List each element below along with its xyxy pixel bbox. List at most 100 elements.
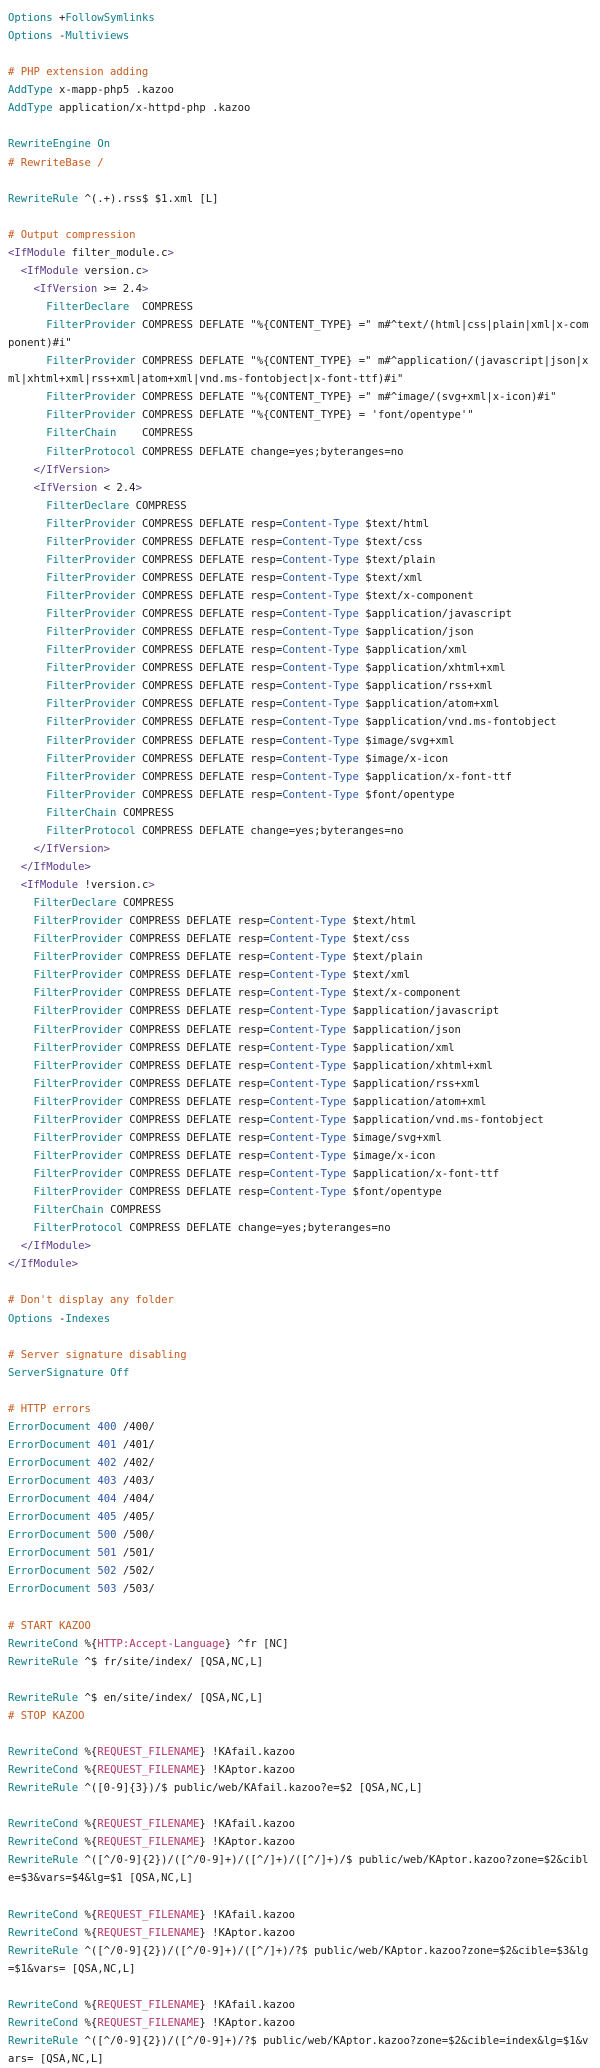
code-text: COMPRESS [103,1204,162,1217]
code-line: FilterProvider COMPRESS DEFLATE resp=Con… [8,659,592,677]
keyword-token: Content-Type [282,734,359,747]
code-line: </IfModule> [8,1237,592,1255]
code-line: ​ [8,1671,592,1689]
code-line: FilterProvider COMPRESS DEFLATE resp=Con… [8,551,592,569]
directive-token: FilterChain [46,806,117,819]
directive-token: ErrorDocument [8,1511,91,1524]
code-line: FilterChain COMPRESS [8,1201,592,1219]
code-line: # HTTP errors [8,1400,592,1418]
directive-token: FilterDeclare [46,301,130,313]
code-text: $text/html [358,517,429,530]
code-line: <IfModule filter_module.c> [8,244,592,262]
variable-token: REQUEST_FILENAME [97,1764,200,1777]
code-text: COMPRESS DEFLATE resp= [135,716,283,729]
code-line: ​ [8,1978,592,1996]
code-text: COMPRESS DEFLATE resp= [135,680,283,693]
comment-text: # Output compression [8,228,136,241]
keyword-token: Content-Type [269,1131,347,1144]
code-text: COMPRESS DEFLATE resp= [135,734,283,747]
code-text: COMPRESS DEFLATE resp= [122,1023,270,1036]
code-line: FilterProvider COMPRESS DEFLATE "%{CONTE… [8,406,592,424]
code-text: filter_module.c [65,246,168,259]
code-text: COMPRESS DEFLATE resp= [135,535,283,548]
directive-token: FilterProvider [46,788,136,801]
tag-token: </IfModule> [8,1258,79,1271]
directive-token: FilterProvider [46,535,136,548]
code-text: COMPRESS DEFLATE resp= [122,1077,270,1090]
code-text: $application/x-font-ttf [346,1168,500,1180]
code-line: ​ [8,1888,592,1906]
code-line: ​ [8,1599,592,1617]
code-text: COMPRESS [129,301,193,313]
directive-token: ErrorDocument [8,1475,91,1488]
code-line: RewriteRule ^(.+).rss$ $1.xml [L] [8,190,592,208]
code-line: RewriteRule ^([^/0-9]{2})/([^/0-9]+)/?$ … [8,2032,592,2068]
directive-token: FilterProtocol [46,824,136,837]
code-line: FilterChain COMPRESS [8,424,592,442]
code-text: /404/ [116,1493,155,1506]
code-text: COMPRESS DEFLATE resp= [135,788,283,801]
code-text: COMPRESS DEFLATE resp= [122,951,270,964]
directive-token: ErrorDocument [8,1547,91,1560]
code-line: # Don't display any folder [8,1291,592,1309]
code-line: FilterProtocol COMPRESS DEFLATE change=y… [8,1219,592,1237]
code-text: COMPRESS DEFLATE "%{CONTENT_TYPE} = 'fon… [135,409,474,422]
code-text: /502/ [116,1565,155,1578]
code-text: $text/plain [346,951,423,964]
tag-token: > [141,282,149,295]
code-line: ​ [8,1725,592,1743]
keyword-token: Content-Type [282,698,359,711]
code-line: RewriteCond %{REQUEST_FILENAME} !KAptor.… [8,1833,592,1851]
directive-token: ErrorDocument [8,1420,91,1433]
code-text: %{ [78,1637,98,1650]
keyword-token: 502 [97,1565,117,1578]
code-text: } !KAfail.kazoo [199,1998,296,2011]
code-text: ^([^/0-9]{2})/([^/0-9]+)/([^/]+)/?$ publ… [8,1944,589,1975]
code-line: FilterProvider COMPRESS DEFLATE resp=Con… [8,695,592,713]
code-text: COMPRESS DEFLATE resp= [135,590,283,602]
directive-token: RewriteRule [8,1854,79,1867]
variable-token: REQUEST_FILENAME [97,1908,200,1921]
code-text: < 2.4 [97,481,136,494]
directive-token: FilterProvider [33,1168,123,1180]
code-line: RewriteRule ^$ fr/site/index/ [QSA,NC,L] [8,1653,592,1671]
keyword-token: 404 [97,1493,117,1506]
keyword-token: Content-Type [269,915,347,928]
code-text: COMPRESS DEFLATE resp= [122,1005,270,1018]
code-line: ​ [8,1273,592,1291]
code-line: <IfModule version.c> [8,262,592,280]
code-text: $image/x-icon [346,1149,436,1162]
keyword-token: Content-Type [282,680,359,693]
keyword-token: Content-Type [269,1077,347,1090]
comment-text: # RewriteBase / [8,156,104,169]
code-line: ErrorDocument 405 /405/ [8,1508,592,1526]
code-text: $text/html [346,915,417,928]
code-line: FilterProvider COMPRESS DEFLATE "%{CONTE… [8,316,592,352]
code-text: COMPRESS DEFLATE resp= [135,662,283,675]
code-line: FilterProvider COMPRESS DEFLATE resp=Con… [8,984,592,1002]
keyword-token: Content-Type [269,951,347,964]
directive-token: FilterProvider [46,553,136,566]
tag-token: > [135,481,142,494]
directive-token: FilterProvider [46,608,136,621]
code-text: COMPRESS DEFLATE resp= [135,644,283,657]
code-line: FilterProvider COMPRESS DEFLATE resp=Con… [8,605,592,623]
tag-token: </IfVersion> [33,463,111,476]
directive-token: Options [8,1312,53,1325]
